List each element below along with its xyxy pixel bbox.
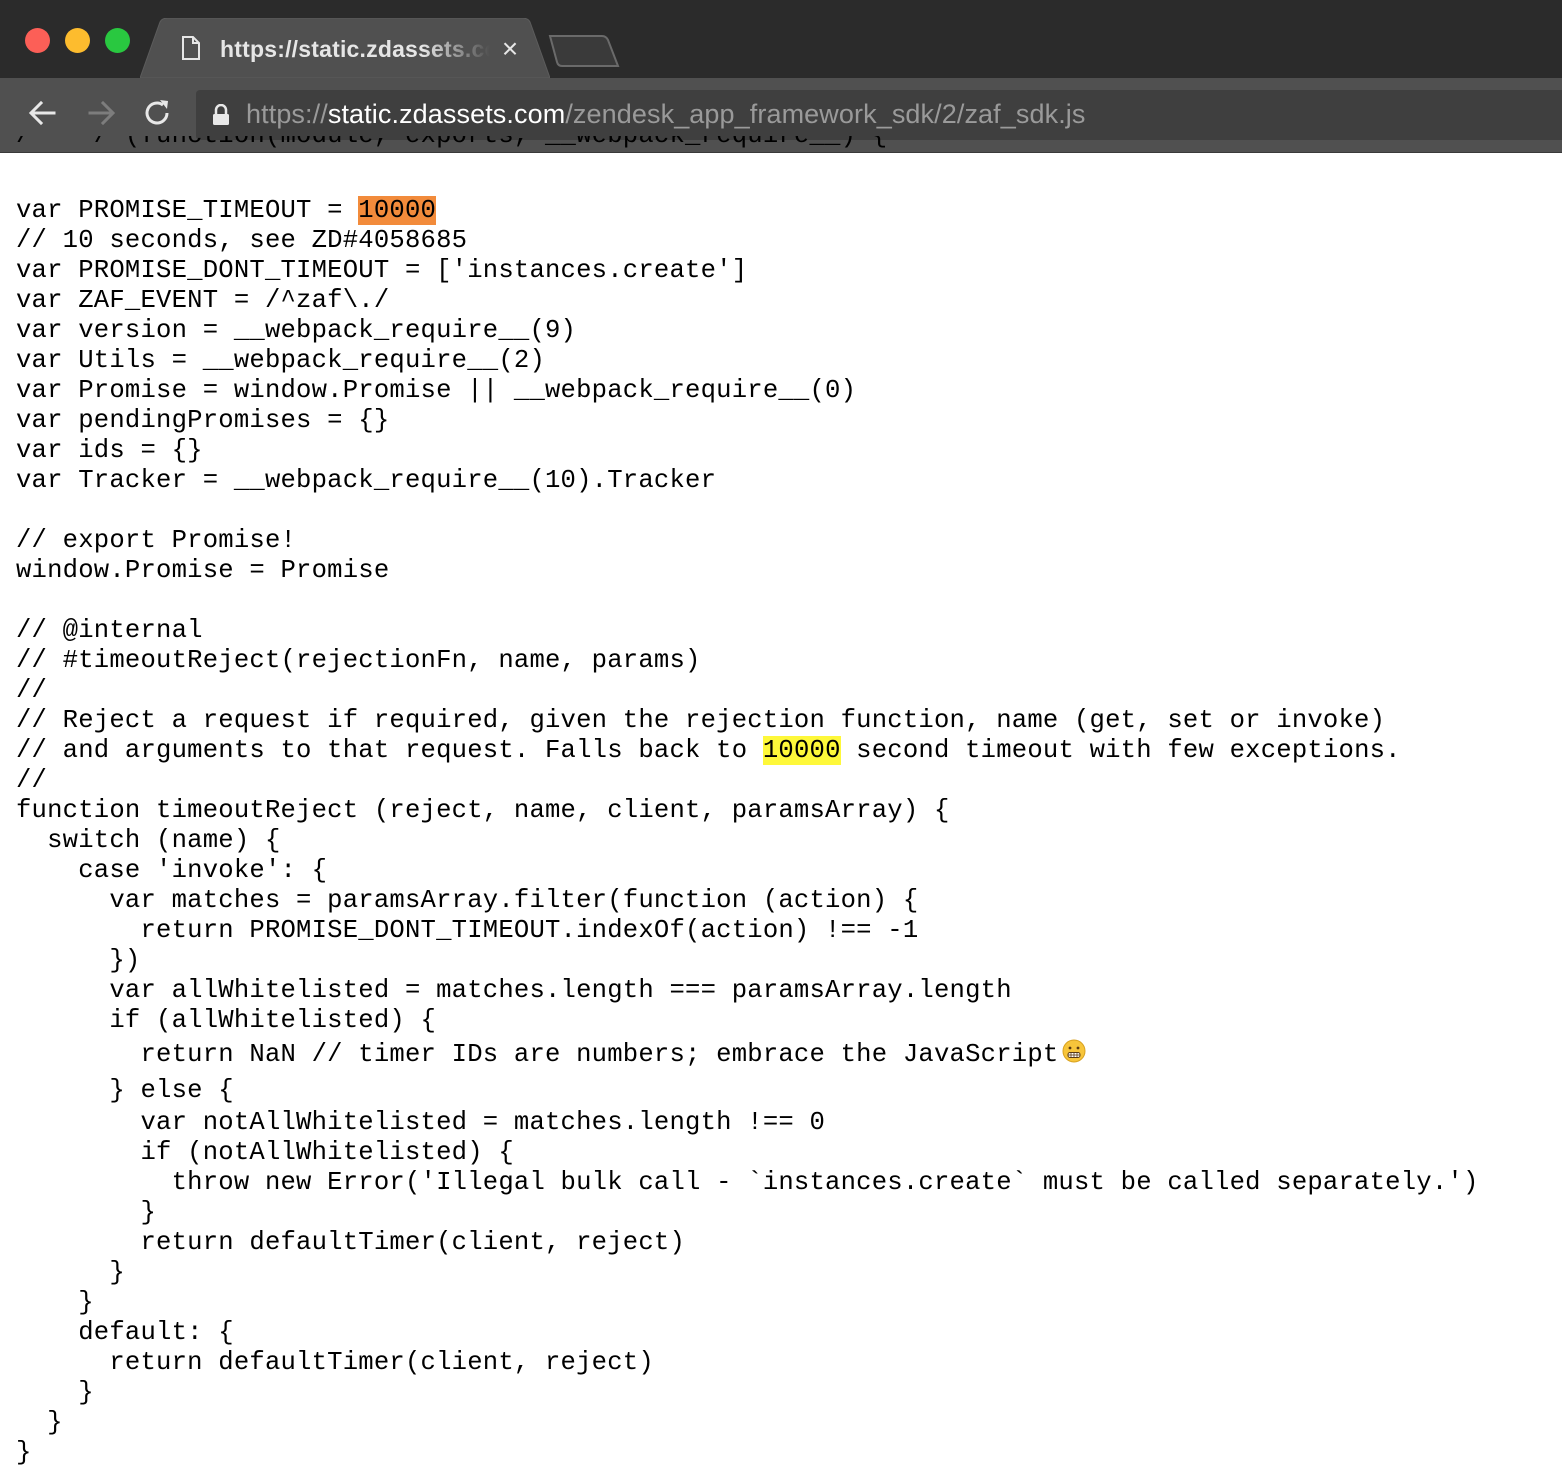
code-line: // @internal <box>16 616 203 645</box>
code-line: return defaultTimer(client, reject) <box>16 1348 654 1377</box>
code-line: } else { <box>16 1076 234 1105</box>
code-line: // <box>16 766 48 795</box>
code-line: } <box>16 1258 125 1287</box>
code-line: var ids = {} <box>16 436 203 465</box>
new-tab-button[interactable] <box>548 34 620 68</box>
code-line: var matches = paramsArray.filter(functio… <box>16 886 919 915</box>
code-line: var PROMISE_TIMEOUT = 10000 <box>16 196 1562 226</box>
code-line: default: { <box>16 1318 234 1347</box>
code-line: return defaultTimer(client, reject) <box>16 1228 686 1257</box>
code-line: // Reject a request if required, given t… <box>16 706 1386 735</box>
code-line-partial: /* / (function(module, exports, __webpac… <box>16 136 1562 152</box>
tab-close-icon[interactable]: × <box>496 35 524 64</box>
code-text: var PROMISE_TIMEOUT = <box>16 196 359 225</box>
code-line: } <box>16 1198 157 1227</box>
code-line: case 'invoke': { <box>16 856 328 885</box>
window-minimize-button[interactable] <box>65 28 90 53</box>
grimacing-face-emoji-icon <box>1062 1039 1086 1063</box>
code-line: // 10 seconds, see ZD#4058685 <box>16 226 468 255</box>
window-maximize-button[interactable] <box>105 28 130 53</box>
code-text: second timeout with few exceptions. <box>840 736 1401 765</box>
code-line: if (allWhitelisted) { <box>16 1006 437 1035</box>
code-line: switch (name) { <box>16 826 281 855</box>
url-text[interactable]: https://static.zdassets.com/zendesk_app_… <box>246 99 1086 130</box>
code-line: // #timeoutReject(rejectionFn, name, par… <box>16 646 701 675</box>
code-line: window.Promise = Promise <box>16 556 390 585</box>
browser-tab[interactable]: https://static.zdassets.com/zendesk_app_… <box>140 18 550 78</box>
code-text: return NaN // timer IDs are numbers; emb… <box>16 1040 1059 1069</box>
tab-strip: https://static.zdassets.com/zendesk_app_… <box>0 0 1562 78</box>
back-arrow-icon[interactable] <box>26 96 60 130</box>
forward-arrow-icon[interactable] <box>84 96 118 130</box>
code-line: throw new Error('Illegal bulk call - `in… <box>16 1168 1479 1197</box>
code-line: var ZAF_EVENT = /^zaf\./ <box>16 286 390 315</box>
code-line: var Tracker = __webpack_require__(10).Tr… <box>16 466 717 495</box>
code-line: function timeoutReject (reject, name, cl… <box>16 796 950 825</box>
address-bar[interactable]: https://static.zdassets.com/zendesk_app_… <box>196 90 1562 140</box>
code-line: var allWhitelisted = matches.length === … <box>16 976 1012 1005</box>
code-line: return PROMISE_DONT_TIMEOUT.indexOf(acti… <box>16 916 919 945</box>
document-icon <box>182 36 200 60</box>
code-line: var notAllWhitelisted = matches.length !… <box>16 1108 826 1137</box>
code-line: var pendingPromises = {} <box>16 406 390 435</box>
code-line: // and arguments to that request. Falls … <box>16 736 1562 766</box>
source-code-view: /* / (function(module, exports, __webpac… <box>16 136 1562 1468</box>
code-line: } <box>16 1288 94 1317</box>
url-host: static.zdassets.com <box>327 99 566 129</box>
code-line: // export Promise! <box>16 526 297 555</box>
code-line: } <box>16 1378 94 1407</box>
tab-title: https://static.zdassets.com/zendesk_app_… <box>220 36 490 62</box>
code-line: return NaN // timer IDs are numbers; emb… <box>16 1036 1562 1074</box>
code-text: // and arguments to that request. Falls … <box>16 736 763 765</box>
code-line: var version = __webpack_require__(9) <box>16 316 577 345</box>
code-line: var Utils = __webpack_require__(2) <box>16 346 545 375</box>
code-line: var PROMISE_DONT_TIMEOUT = ['instances.c… <box>16 256 748 285</box>
code-line: if (notAllWhitelisted) { <box>16 1138 514 1167</box>
code-line: } <box>16 1408 63 1437</box>
search-match-current: 10000 <box>358 196 437 225</box>
lock-icon <box>213 104 229 125</box>
code-line: // <box>16 676 48 705</box>
code-line: } <box>16 1438 32 1467</box>
code-line: }) <box>16 946 141 975</box>
window-close-button[interactable] <box>25 28 50 53</box>
reload-icon[interactable] <box>140 96 174 130</box>
url-scheme: https:// <box>246 99 328 129</box>
code-line: var Promise = window.Promise || __webpac… <box>16 376 857 405</box>
url-path: /zendesk_app_framework_sdk/2/zaf_sdk.js <box>565 99 1086 129</box>
search-match: 10000 <box>762 736 841 765</box>
